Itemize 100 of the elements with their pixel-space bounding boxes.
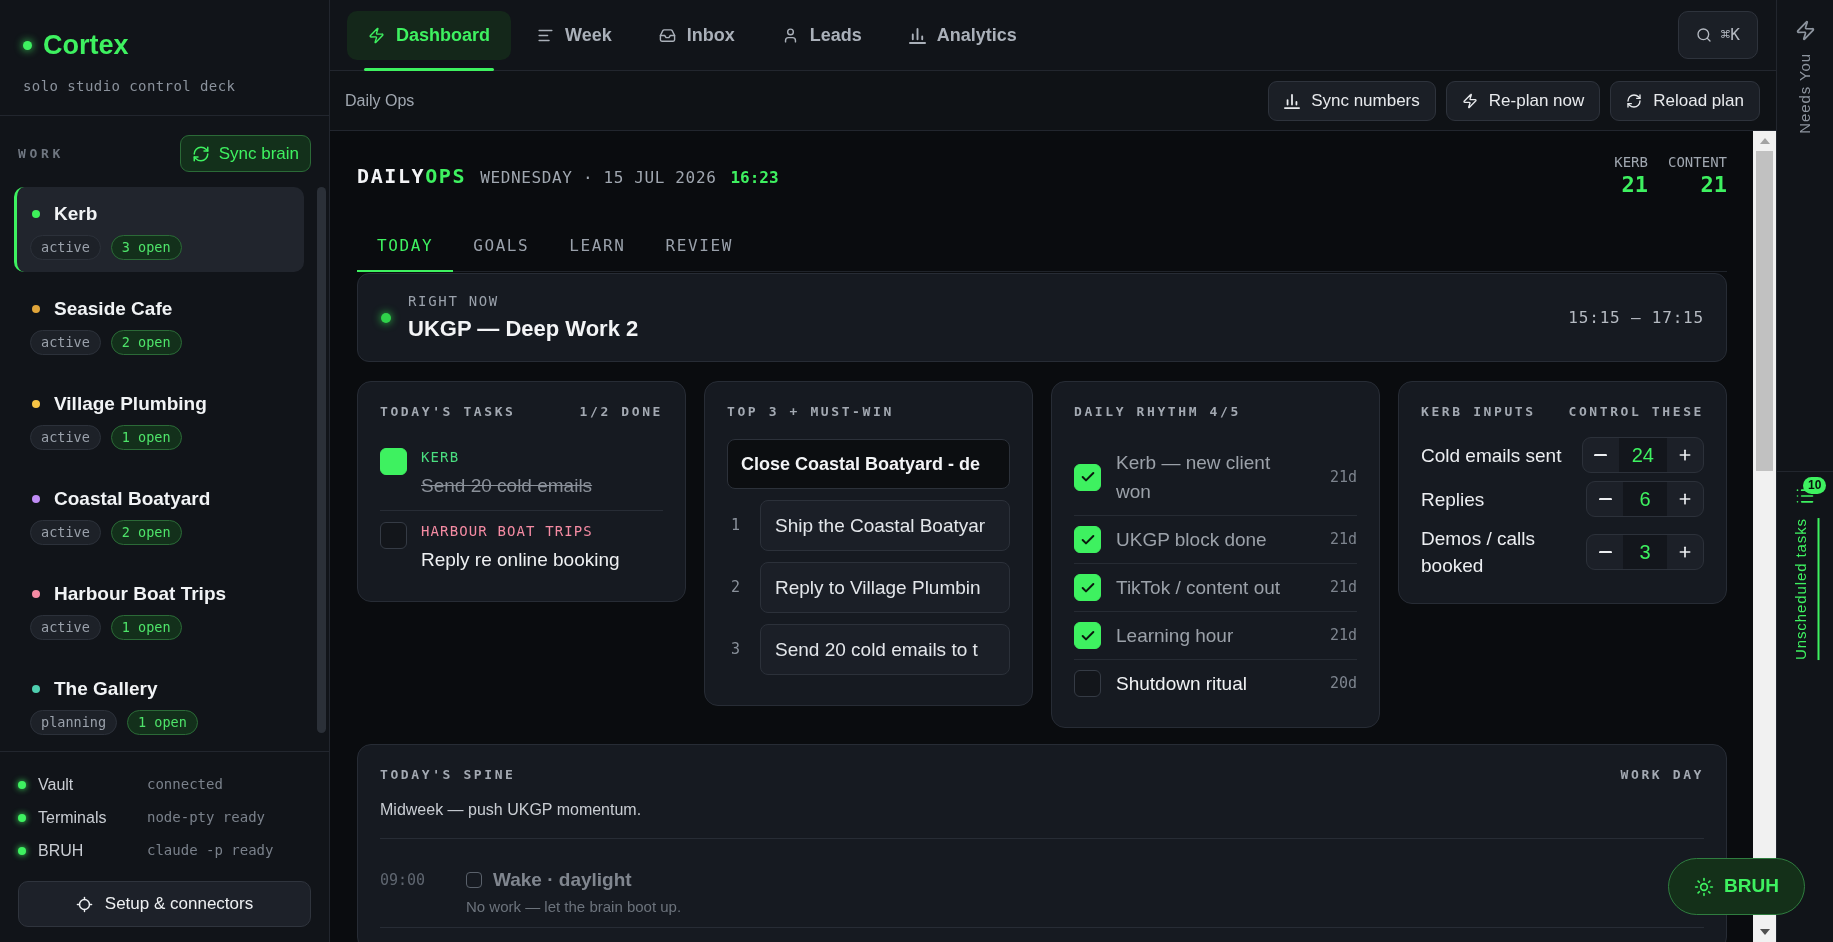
toolbar-button[interactable]: Sync numbers bbox=[1268, 80, 1436, 121]
service-status: claude -p ready bbox=[147, 841, 274, 860]
zap-icon bbox=[368, 26, 385, 44]
zap-icon bbox=[1794, 20, 1816, 41]
plus-icon bbox=[1677, 491, 1693, 507]
project-label: KERB bbox=[421, 448, 461, 466]
number-field[interactable]: 3 bbox=[1623, 535, 1667, 569]
priority-field[interactable]: Ship the Coastal Boatyar bbox=[760, 500, 1010, 551]
card-meta: CONTROL THESE bbox=[1568, 404, 1704, 420]
task-text: Send 20 cold emails bbox=[421, 474, 593, 498]
rank-number: 1 bbox=[730, 515, 742, 537]
rank-number: 3 bbox=[730, 639, 742, 661]
project-name: Village Plumbing bbox=[54, 392, 207, 416]
bar-chart-icon bbox=[1284, 92, 1301, 109]
open-count-tag: 3 open bbox=[110, 235, 182, 260]
card-title: KERB INPUTS bbox=[1421, 404, 1536, 420]
nav-tab[interactable]: Analytics bbox=[887, 10, 1038, 60]
project-name: The Gallery bbox=[54, 677, 158, 701]
project-item[interactable]: The Gallery planning 1 open bbox=[14, 662, 305, 747]
status-tag: active bbox=[30, 615, 101, 640]
slot-title: Wake · daylight bbox=[493, 868, 632, 892]
project-item[interactable]: Seaside Cafe active 2 open bbox=[14, 282, 305, 367]
streak-count: 21d bbox=[1329, 625, 1357, 647]
streak-count: 21d bbox=[1329, 529, 1357, 551]
status-tag: active bbox=[30, 235, 101, 260]
open-count-tag: 2 open bbox=[110, 330, 182, 355]
section-label: WORK bbox=[18, 144, 64, 163]
project-name: Harbour Boat Trips bbox=[54, 582, 227, 606]
card-title: TODAY'S TASKS bbox=[380, 404, 516, 420]
number-field[interactable]: 6 bbox=[1623, 482, 1667, 516]
habit-label: TikTok / content out bbox=[1116, 576, 1282, 600]
assistant-button[interactable]: BRUH bbox=[1668, 858, 1805, 915]
minus-icon bbox=[1598, 497, 1612, 501]
card-title: DAILY RHYTHM 4/5 bbox=[1074, 404, 1241, 420]
rank-number: 2 bbox=[730, 577, 742, 599]
project-item[interactable]: Harbour Boat Trips active 1 open bbox=[14, 567, 305, 652]
project-name: Kerb bbox=[54, 202, 98, 226]
service-name: Vault bbox=[38, 774, 75, 795]
number-field[interactable]: 24 bbox=[1618, 438, 1667, 472]
stat-label: KERB bbox=[1614, 153, 1648, 171]
app-logo-text: Cortex bbox=[43, 29, 129, 61]
section-tab[interactable]: LEARN bbox=[549, 221, 646, 272]
checkbox[interactable] bbox=[466, 872, 482, 888]
setup-button[interactable]: Setup & connectors bbox=[18, 881, 311, 927]
status-tag: planning bbox=[30, 710, 118, 735]
bar-chart-icon bbox=[908, 26, 926, 44]
priority-field[interactable]: Reply to Village Plumbin bbox=[760, 562, 1010, 613]
card-title: TOP 3 + MUST-WIN bbox=[727, 404, 894, 420]
search-icon bbox=[1695, 27, 1712, 43]
status-tag: active bbox=[30, 330, 101, 355]
page-title: DAILY bbox=[357, 163, 426, 190]
nav-tab[interactable]: Week bbox=[516, 10, 633, 60]
metric-label: Cold emails sent bbox=[1421, 443, 1562, 468]
date-text: WEDNESDAY · 15 JUL 2026 bbox=[480, 167, 717, 189]
card-title: TODAY'S SPINE bbox=[380, 767, 516, 783]
project-item[interactable]: Kerb active 3 open bbox=[14, 187, 305, 272]
must-win-field[interactable]: Close Coastal Boatyard - de bbox=[727, 439, 1010, 489]
search-button[interactable]: ⌘K bbox=[1677, 11, 1758, 59]
toolbar-button[interactable]: Reload plan bbox=[1610, 80, 1760, 121]
rail-tab[interactable]: Needs You bbox=[1793, 20, 1817, 134]
metric-label: Demos / calls booked bbox=[1421, 527, 1537, 578]
streak-count: 21d bbox=[1329, 466, 1357, 488]
nav-tab[interactable]: Inbox bbox=[637, 10, 756, 60]
open-count-tag: 1 open bbox=[127, 710, 198, 735]
service-status: node-pty ready bbox=[147, 808, 265, 827]
sync-brain-button[interactable]: Sync brain bbox=[179, 135, 311, 172]
plus-icon bbox=[1677, 544, 1693, 560]
checkbox[interactable] bbox=[380, 522, 407, 549]
scrollbar-thumb[interactable] bbox=[1756, 151, 1773, 471]
refresh-icon bbox=[191, 144, 210, 163]
stat-label: CONTENT bbox=[1668, 153, 1727, 171]
section-tab[interactable]: REVIEW bbox=[645, 221, 753, 272]
project-item[interactable]: Village Plumbing active 1 open bbox=[14, 377, 305, 462]
slot-detail: No work — let the brain boot up. bbox=[466, 897, 682, 917]
slot-time: 09:00 bbox=[380, 870, 427, 891]
block-title: UKGP — Deep Work 2 bbox=[408, 315, 639, 343]
open-count-tag: 2 open bbox=[110, 520, 182, 545]
minus-icon bbox=[1598, 550, 1612, 554]
habit-label: UKGP block done bbox=[1116, 528, 1268, 552]
metric-label: Replies bbox=[1421, 487, 1485, 512]
service-name: Terminals bbox=[38, 807, 108, 828]
section-tab[interactable]: GOALS bbox=[453, 221, 550, 272]
priority-field[interactable]: Send 20 cold emails to t bbox=[760, 624, 1010, 675]
project-name: Coastal Boatyard bbox=[54, 487, 211, 511]
open-count-tag: 1 open bbox=[110, 615, 182, 640]
checkbox[interactable] bbox=[1074, 670, 1101, 697]
nav-tab[interactable]: Leads bbox=[760, 10, 883, 60]
caret-down-icon bbox=[1759, 929, 1770, 935]
stat-value: 21 bbox=[1700, 171, 1727, 199]
status-tag: active bbox=[30, 520, 101, 545]
habit-label: Kerb — new client won bbox=[1116, 451, 1272, 504]
toolbar-button[interactable]: Re-plan now bbox=[1445, 80, 1601, 121]
streak-count: 21d bbox=[1329, 577, 1357, 599]
block-label: RIGHT NOW bbox=[408, 292, 500, 310]
streak-count: 20d bbox=[1329, 673, 1357, 695]
caret-up-icon bbox=[1759, 138, 1770, 144]
refresh-icon bbox=[1626, 92, 1643, 109]
project-item[interactable]: Coastal Boatyard active 2 open bbox=[14, 472, 305, 557]
inbox-icon bbox=[658, 26, 676, 44]
zap-icon bbox=[1461, 92, 1478, 109]
